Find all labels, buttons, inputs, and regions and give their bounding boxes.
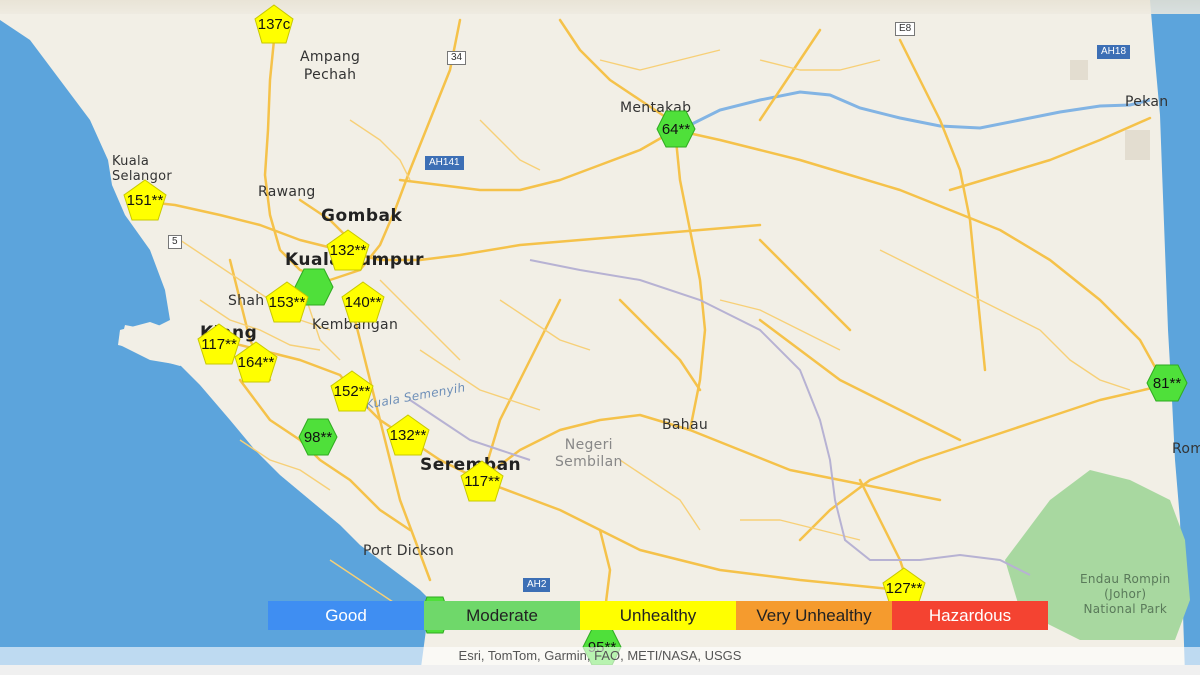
legend-hazardous: Hazardous <box>892 601 1048 630</box>
aqi-value: 137c <box>257 15 291 33</box>
aqi-marker[interactable]: 81** <box>1146 364 1188 402</box>
map-attribution: Esri, TomTom, Garmin, FAO, METI/NASA, US… <box>0 647 1200 665</box>
legend-moderate: Moderate <box>424 601 580 630</box>
aqi-value: 151** <box>126 191 164 209</box>
place-rompin: Rom <box>1172 441 1200 457</box>
place-gombak: Gombak <box>321 206 403 226</box>
aqi-marker[interactable]: 137c <box>253 3 295 45</box>
aqi-marker[interactable]: 132** <box>325 228 371 272</box>
legend-very-unhealthy: Very Unhealthy <box>736 601 892 630</box>
route-shield-e8: E8 <box>895 22 916 36</box>
route-shield-ah18: AH18 <box>1097 45 1131 59</box>
route-shield-ah141: AH141 <box>425 156 464 170</box>
aqi-marker[interactable]: 151** <box>122 178 168 222</box>
aqi-marker[interactable]: 153** <box>264 280 310 324</box>
basemap <box>0 0 1200 675</box>
aqi-value: 140** <box>344 293 382 311</box>
top-strip <box>0 0 1200 14</box>
place-ampang-pechah: Ampang Pechah <box>300 49 361 83</box>
route-shield-5: 5 <box>168 235 182 249</box>
aqi-legend: Good Moderate Unhealthy Very Unhealthy H… <box>268 601 1048 630</box>
aqi-value: 132** <box>389 426 427 444</box>
aqi-value: 152** <box>333 382 371 400</box>
place-shah-alam: Shah <box>228 293 265 309</box>
aqi-value: 64** <box>661 120 691 138</box>
aqi-value: 81** <box>1152 374 1182 392</box>
aqi-marker[interactable]: 132** <box>385 413 431 457</box>
aqi-marker[interactable]: 152** <box>329 369 375 413</box>
aqi-marker[interactable]: 98** <box>298 418 338 456</box>
place-rawang: Rawang <box>258 184 316 200</box>
aqi-map[interactable]: Ampang Pechah Mentakab Pekan Kuala Selan… <box>0 0 1200 675</box>
place-pekan: Pekan <box>1125 94 1169 110</box>
aqi-marker[interactable]: 117** <box>459 459 505 503</box>
place-negeri-sembilan: Negeri Sembilan <box>555 437 623 470</box>
place-endau-rompin: Endau Rompin (Johor) National Park <box>1080 572 1171 616</box>
place-bahau: Bahau <box>662 417 709 433</box>
legend-unhealthy: Unhealthy <box>580 601 736 630</box>
legend-good: Good <box>268 601 424 630</box>
aqi-marker[interactable]: 164** <box>233 340 279 384</box>
aqi-value: 98** <box>303 428 333 446</box>
aqi-value: 117** <box>464 472 500 490</box>
place-port-dickson: Port Dickson <box>363 543 455 559</box>
aqi-value: 164** <box>237 353 275 371</box>
aqi-marker[interactable]: 64** <box>656 110 696 148</box>
route-shield-34: 34 <box>447 51 467 65</box>
aqi-marker[interactable]: 140** <box>340 280 386 324</box>
aqi-value: 153** <box>268 293 306 311</box>
bottom-bar <box>0 665 1200 675</box>
aqi-value: 132** <box>329 241 367 259</box>
route-shield-ah2: AH2 <box>523 578 551 592</box>
